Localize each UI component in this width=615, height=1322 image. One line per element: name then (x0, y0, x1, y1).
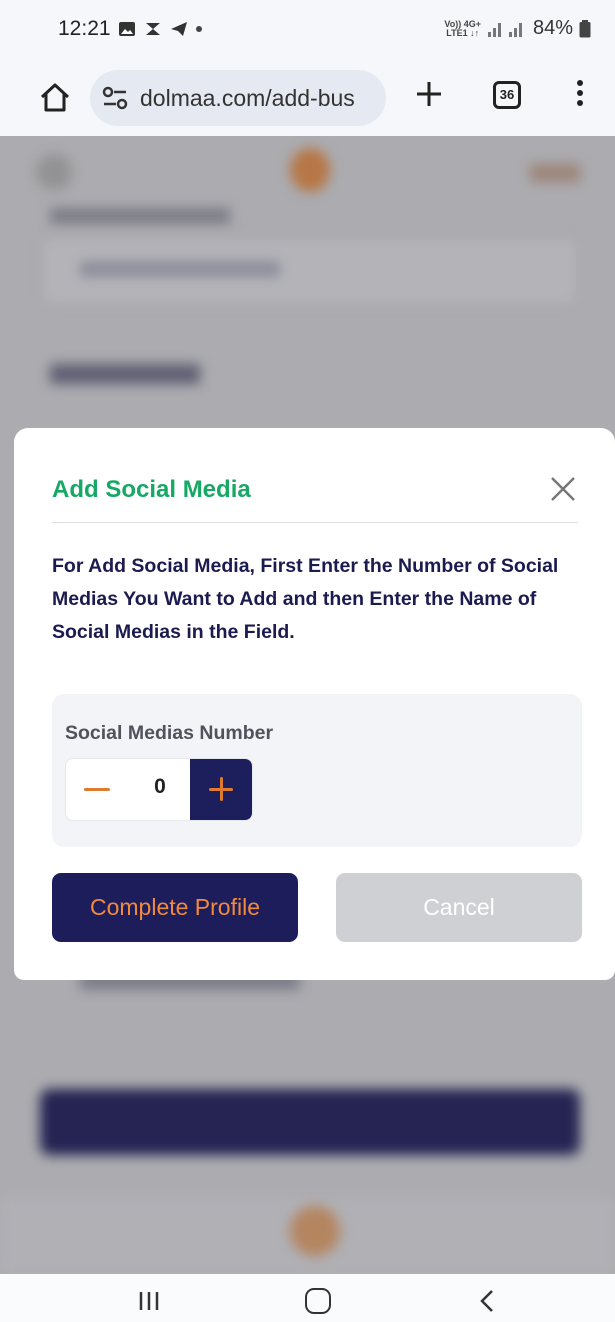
more-notifications-dot (196, 26, 202, 32)
recent-apps-icon[interactable] (138, 1290, 160, 1312)
back-icon[interactable] (478, 1289, 496, 1313)
signal-icon (487, 22, 522, 37)
decrement-button[interactable] (66, 759, 130, 820)
status-bar: 12:21 Vo)) 4G+ LTE1 ↓↑ 84% (0, 0, 615, 62)
network-type-bottom: LTE1 ↓↑ (446, 27, 480, 38)
gallery-icon (119, 22, 135, 36)
modal-title: Add Social Media (52, 476, 251, 503)
modal-divider (52, 522, 578, 523)
mixed-notification-icon (146, 23, 160, 35)
notification-icons (118, 21, 202, 37)
battery-percent: 84% (532, 17, 573, 39)
browser-menu-icon[interactable] (573, 78, 587, 110)
network-indicator: Vo)) 4G+ LTE1 ↓↑ (444, 19, 481, 38)
stepper-card: Social Medias Number 0 (52, 694, 582, 847)
modal-description: For Add Social Media, First Enter the Nu… (52, 555, 559, 643)
url-text: dolmaa.com/add-bus (140, 85, 355, 111)
address-bar[interactable]: dolmaa.com/add-bus (90, 70, 386, 126)
increment-button[interactable] (190, 759, 252, 820)
battery-icon (579, 19, 591, 37)
close-icon[interactable] (550, 476, 576, 502)
status-time: 12:21 (58, 17, 111, 40)
complete-profile-button[interactable]: Complete Profile (52, 873, 298, 942)
telegram-icon (171, 22, 187, 36)
browser-toolbar: dolmaa.com/add-bus 36 (0, 62, 615, 136)
home-nav-icon[interactable] (305, 1288, 331, 1314)
cancel-button[interactable]: Cancel (336, 873, 582, 942)
new-tab-icon[interactable] (415, 80, 443, 108)
site-settings-icon[interactable] (102, 86, 128, 110)
add-social-media-modal: Add Social Media For Add Social Media, F… (14, 428, 615, 980)
social-media-count-stepper: 0 (65, 758, 253, 821)
system-nav-bar (0, 1274, 615, 1322)
tab-switcher-button[interactable]: 36 (493, 81, 521, 109)
stepper-value[interactable]: 0 (130, 775, 190, 799)
status-right: Vo)) 4G+ LTE1 ↓↑ 84% (444, 17, 591, 40)
home-icon[interactable] (38, 80, 72, 114)
stepper-label: Social Medias Number (65, 722, 274, 744)
